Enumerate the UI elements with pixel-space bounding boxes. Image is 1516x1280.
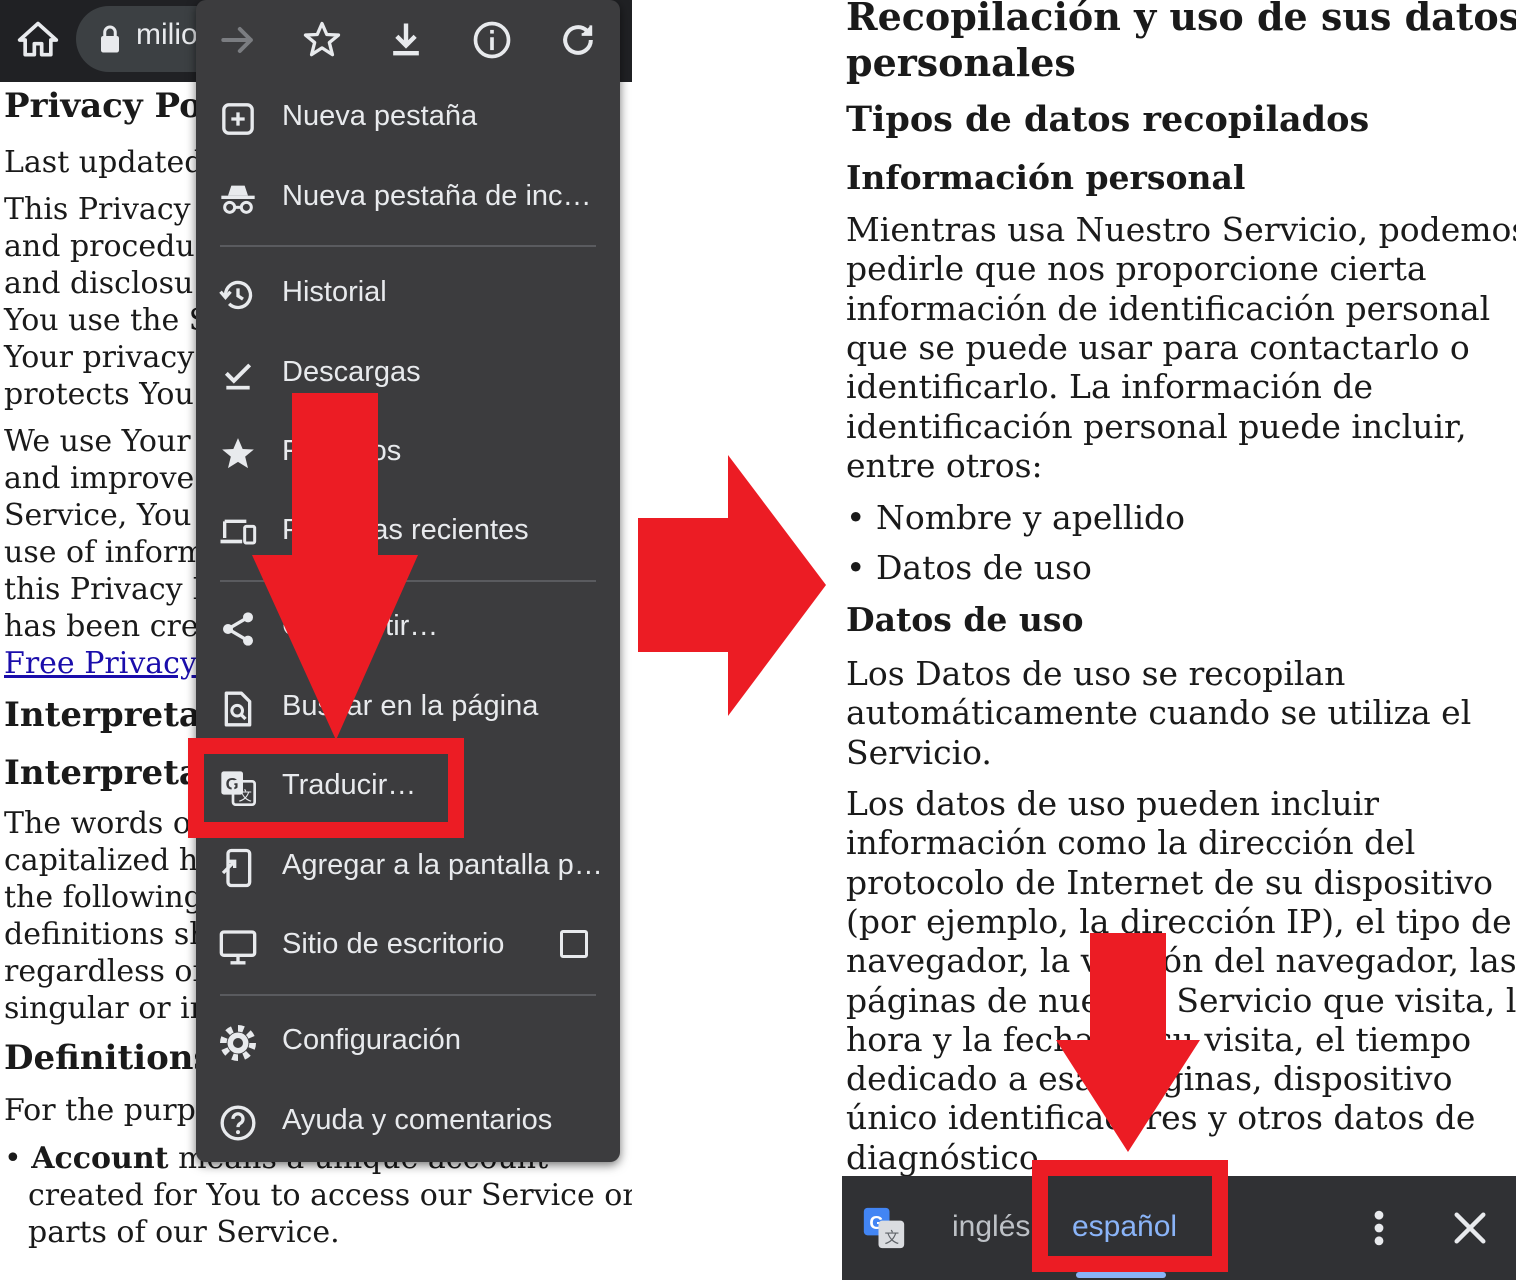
down-arrow-left <box>252 393 418 740</box>
right-arrow <box>638 455 826 716</box>
annotation-arrows-layer <box>252 393 1200 1152</box>
down-arrow-right <box>1056 933 1200 1152</box>
